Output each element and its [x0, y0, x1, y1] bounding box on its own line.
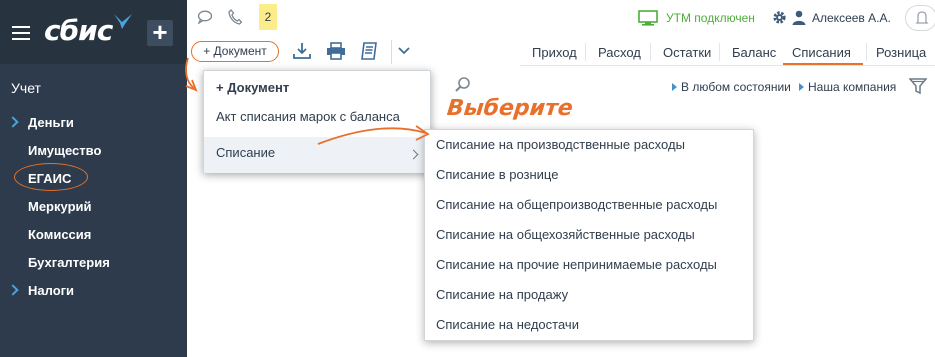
annotation-arrows [185, 57, 430, 145]
arrow-head [415, 125, 430, 141]
arrow-curve [317, 127, 427, 145]
